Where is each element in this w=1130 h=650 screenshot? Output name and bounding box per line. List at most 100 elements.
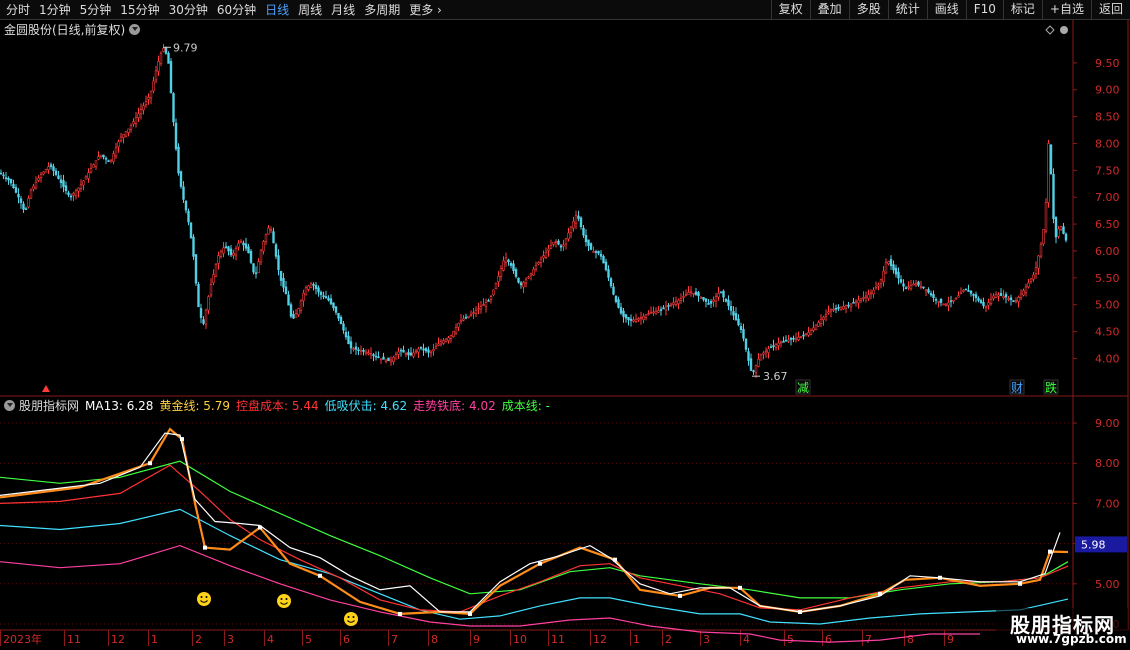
candle-body-239 bbox=[597, 250, 600, 254]
candle-body-270 bbox=[674, 301, 678, 305]
candle-body-121 bbox=[302, 292, 305, 302]
month-label-8: 6 bbox=[343, 633, 350, 646]
candle-body-75 bbox=[187, 210, 190, 223]
candle-body-77 bbox=[192, 236, 195, 257]
candle-body-25 bbox=[62, 180, 65, 188]
candle-body-415 bbox=[1037, 255, 1040, 269]
candle-body-295 bbox=[737, 318, 740, 326]
candle-body-358 bbox=[894, 267, 898, 275]
upper-ytick-label-6: 7.00 bbox=[1095, 191, 1120, 204]
month-label-19: 5 bbox=[787, 633, 794, 646]
candle-body-98 bbox=[244, 243, 248, 249]
candle-body-386 bbox=[964, 288, 968, 291]
candle-body-166 bbox=[414, 350, 418, 353]
lower-ytick-label-1: 5.00 bbox=[1095, 578, 1120, 591]
candle-body-335 bbox=[837, 307, 840, 309]
candle-body-171 bbox=[427, 349, 430, 353]
candle-body-3 bbox=[7, 177, 10, 181]
candle-body-419 bbox=[1047, 143, 1050, 203]
candle-body-420 bbox=[1049, 144, 1053, 175]
candle-body-269 bbox=[672, 302, 675, 305]
candle-body-305 bbox=[762, 352, 765, 355]
candle-body-251 bbox=[627, 317, 630, 321]
gold-dot-24 bbox=[798, 609, 802, 614]
candle-body-312 bbox=[779, 341, 783, 344]
candle-body-399 bbox=[997, 294, 1000, 297]
series-line-1 bbox=[0, 427, 1069, 616]
candle-body-337 bbox=[842, 306, 845, 310]
candle-body-237 bbox=[592, 251, 595, 253]
candle-body-152 bbox=[379, 358, 383, 361]
candle-body-333 bbox=[832, 308, 835, 311]
candle-body-222 bbox=[554, 241, 558, 243]
candle-body-27 bbox=[67, 192, 70, 196]
candle-body-209 bbox=[522, 282, 525, 288]
candle-body-150 bbox=[374, 355, 378, 358]
candle-body-283 bbox=[707, 303, 710, 305]
candle-body-391 bbox=[977, 298, 980, 301]
candle-body-313 bbox=[782, 341, 785, 343]
candle-body-72 bbox=[179, 171, 183, 187]
candle-body-336 bbox=[839, 306, 843, 310]
candle-body-36 bbox=[89, 168, 93, 173]
candle-body-377 bbox=[942, 303, 945, 306]
candle-body-38 bbox=[94, 160, 98, 167]
upper-ytick-label-8: 8.00 bbox=[1095, 137, 1120, 150]
candle-body-332 bbox=[829, 309, 833, 312]
candle-body-288 bbox=[719, 291, 723, 294]
candle-body-160 bbox=[399, 349, 403, 352]
candle-body-128 bbox=[319, 291, 323, 295]
candle-body-95 bbox=[237, 242, 240, 248]
candle-body-52 bbox=[129, 125, 133, 130]
candle-body-348 bbox=[869, 292, 873, 295]
candle-body-372 bbox=[929, 293, 933, 296]
month-label-1: 11 bbox=[67, 633, 81, 646]
candle-body-418 bbox=[1044, 202, 1048, 232]
candle-body-210 bbox=[524, 279, 528, 284]
candle-body-63 bbox=[157, 61, 160, 72]
candle-body-54 bbox=[134, 117, 138, 124]
settings-dot-icon bbox=[1060, 26, 1068, 34]
candle-body-45 bbox=[112, 153, 115, 162]
candle-body-414 bbox=[1034, 267, 1038, 274]
upper-ytick-label-7: 7.50 bbox=[1095, 164, 1120, 177]
candle-body-125 bbox=[312, 284, 315, 286]
candle-body-281 bbox=[702, 297, 705, 300]
candle-body-123 bbox=[307, 285, 310, 290]
candle-body-287 bbox=[717, 292, 720, 298]
candle-body-374 bbox=[934, 299, 938, 301]
month-label-15: 1 bbox=[633, 633, 640, 646]
candle-body-350 bbox=[874, 287, 878, 290]
candle-body-92 bbox=[229, 248, 233, 256]
candle-body-216 bbox=[539, 258, 543, 263]
candle-body-30 bbox=[74, 190, 78, 196]
gold-dot-22 bbox=[738, 585, 742, 590]
candle-body-284 bbox=[709, 301, 713, 304]
candle-body-175 bbox=[437, 343, 440, 346]
month-label-23: 9 bbox=[947, 633, 954, 646]
candle-body-323 bbox=[807, 332, 810, 336]
candle-body-67 bbox=[167, 52, 170, 64]
candle-body-188 bbox=[469, 314, 473, 316]
candle-body-389 bbox=[972, 294, 975, 296]
candle-body-322 bbox=[804, 333, 808, 336]
candle-body-103 bbox=[257, 261, 260, 274]
candle-body-364 bbox=[909, 285, 913, 290]
chart-area: 4.00 4.50 5.00 5.50 6.00 6.50 7.00 7.50 8.00 8.50… bbox=[0, 20, 1129, 646]
candle-body-68 bbox=[169, 61, 173, 94]
candle-body-11 bbox=[27, 197, 30, 208]
candle-body-144 bbox=[359, 350, 363, 352]
lower-ytick-label-4: 8.00 bbox=[1095, 457, 1120, 470]
candle-body-200 bbox=[499, 268, 503, 277]
candle-body-207 bbox=[517, 277, 520, 283]
smiley-icon-0 bbox=[197, 592, 211, 606]
candle-body-327 bbox=[817, 322, 820, 327]
candle-body-0 bbox=[0, 172, 3, 175]
candle-body-405 bbox=[1012, 300, 1015, 302]
candle-body-412 bbox=[1029, 278, 1033, 282]
candle-body-40 bbox=[99, 154, 103, 157]
candle-body-417 bbox=[1042, 229, 1045, 245]
candle-body-55 bbox=[137, 113, 140, 118]
candle-body-309 bbox=[772, 345, 775, 347]
candle-body-398 bbox=[994, 293, 998, 298]
